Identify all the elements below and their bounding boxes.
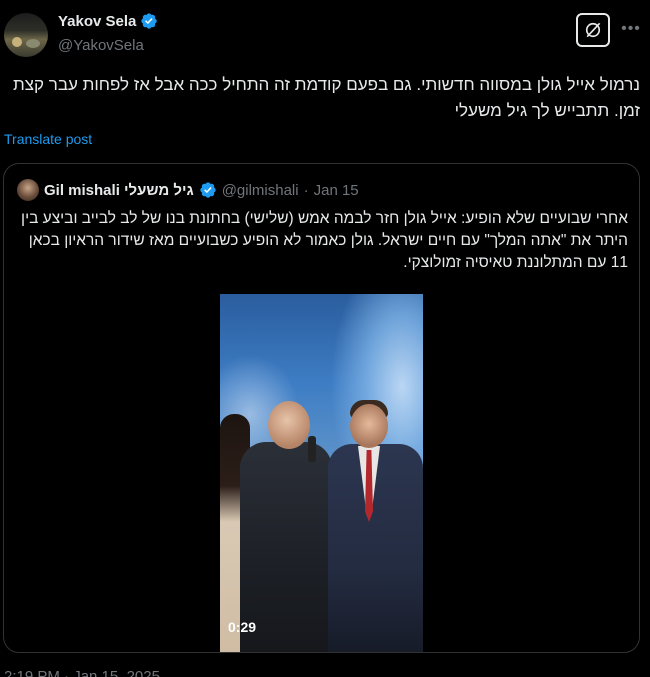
- post-timestamp[interactable]: 2:19 PM · Jan 15, 2025: [4, 668, 160, 677]
- quoted-separator: ·: [303, 181, 309, 199]
- post-header: Yakov Sela @YakovSela •••: [0, 0, 650, 70]
- grok-icon: [585, 22, 601, 38]
- author-display-name[interactable]: Yakov Sela: [58, 13, 136, 30]
- quoted-post-date: Jan 15: [313, 181, 359, 199]
- grok-button[interactable]: [576, 13, 610, 47]
- translate-post-link[interactable]: Translate post: [4, 131, 92, 147]
- author-name-row: Yakov Sela: [58, 12, 158, 30]
- verified-badge-icon: [200, 182, 216, 198]
- author-handle[interactable]: @YakovSela: [58, 37, 144, 54]
- quoted-post-header: Gil mishali גיל משעלי @gilmishali · Jan …: [17, 179, 359, 201]
- post-text: נרמול אייל גולן במסווה חדשותי. גם בפעם ק…: [13, 75, 640, 120]
- verified-badge-icon: [141, 13, 158, 29]
- quoted-post[interactable]: Gil mishali גיל משעלי @gilmishali · Jan …: [3, 163, 640, 653]
- singer-head: [268, 401, 310, 449]
- quoted-post-text: אחרי שבועיים שלא הופיע: אייל גולן חזר לב…: [21, 210, 628, 271]
- video-player[interactable]: 0:29: [220, 294, 423, 652]
- video-duration: 0:29: [228, 619, 257, 635]
- more-horizontal-icon: •••: [621, 20, 641, 37]
- quoted-author-name: Gil mishali גיל משעלי: [44, 181, 194, 199]
- author-avatar[interactable]: [4, 13, 48, 57]
- microphone-icon: [308, 436, 316, 462]
- quoted-author-avatar[interactable]: [17, 179, 39, 201]
- quoted-author-handle: @gilmishali: [221, 181, 299, 199]
- more-options-button[interactable]: •••: [619, 17, 643, 41]
- singer-head: [350, 404, 388, 448]
